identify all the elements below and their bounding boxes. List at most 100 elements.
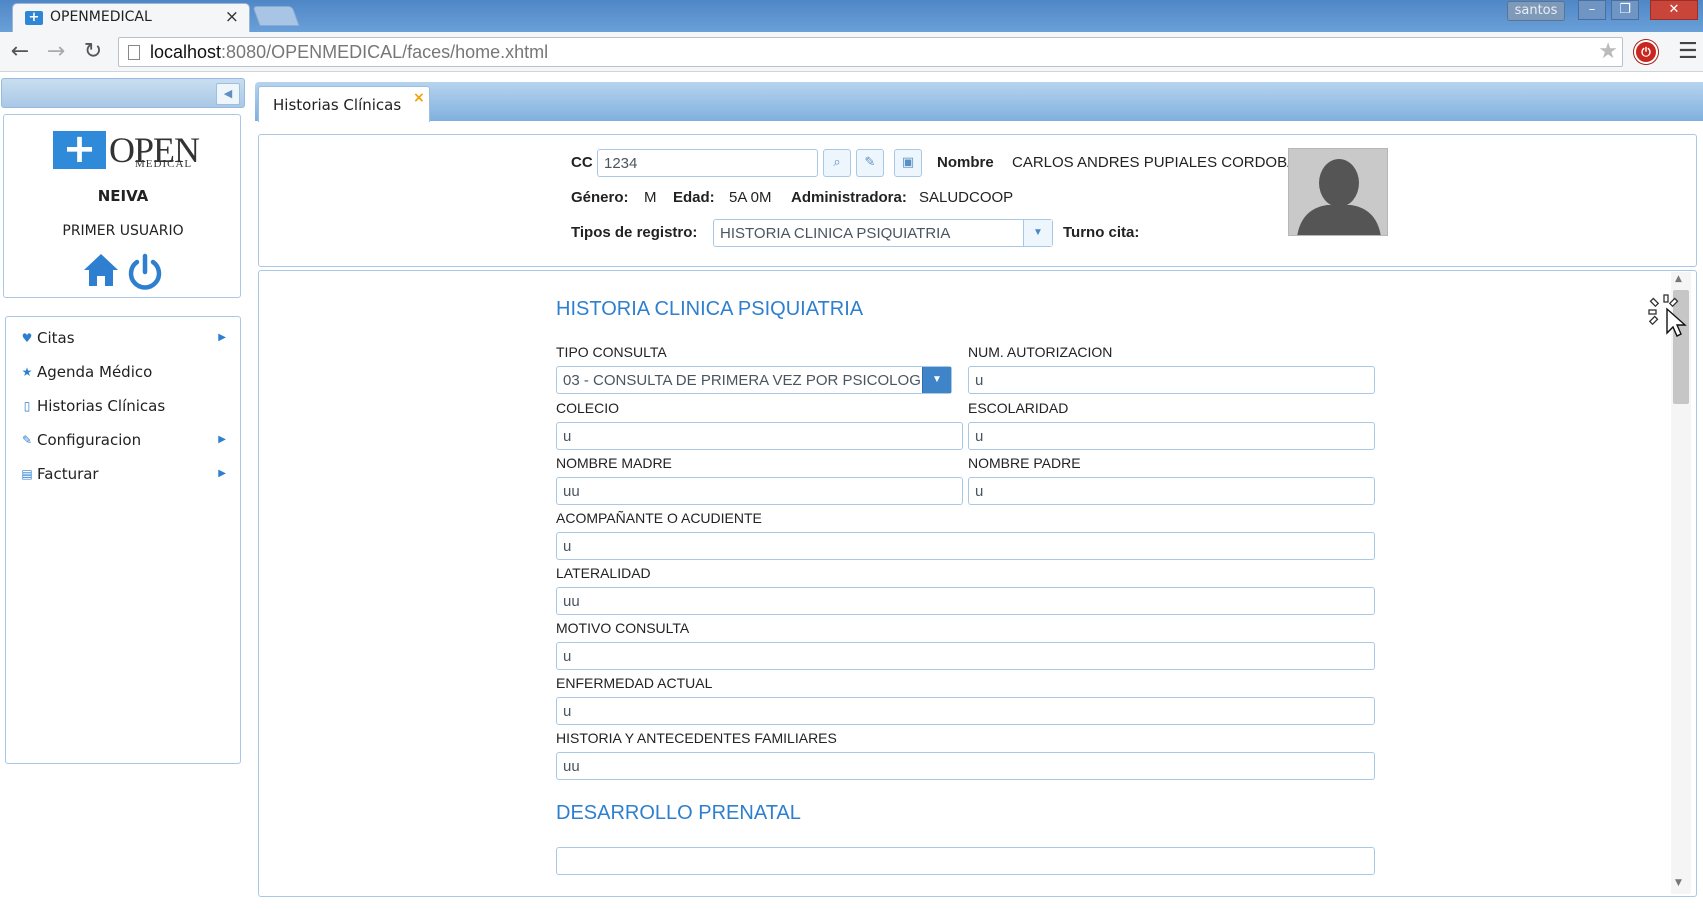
calendar-icon[interactable]: ▣ (894, 149, 922, 177)
administradora-value: SALUDCOOP (919, 189, 1014, 206)
submenu-arrow-icon: ▶ (218, 468, 226, 479)
escolaridad-label: ESCOLARIDAD (968, 400, 1069, 416)
nombre-label: Nombre (937, 154, 994, 171)
genero-label: Género: (571, 189, 629, 206)
wrench-icon: ✎ (21, 433, 33, 447)
patient-avatar (1288, 148, 1388, 236)
avatar-silhouette-icon (1289, 149, 1387, 235)
chevron-down-icon[interactable]: ▼ (1023, 220, 1052, 246)
nombre-padre-label: NOMBRE PADRE (968, 455, 1081, 471)
sidebar-item-configuracion[interactable]: ✎ Configuracion ▶ (20, 431, 226, 455)
sidebar-item-label: Facturar (37, 465, 99, 483)
city-label: NEIVA (97, 187, 149, 205)
browser-tab[interactable]: + OPENMEDICAL × (12, 3, 250, 32)
sidebar-item-label: Configuracion (37, 431, 142, 449)
new-tab-button[interactable] (252, 6, 300, 26)
cc-label: CC (571, 154, 593, 171)
nombre-madre-label: NOMBRE MADRE (556, 455, 672, 471)
browser-tab-title: OPENMEDICAL (50, 9, 152, 25)
user-name: PRIMER USUARIO (62, 223, 184, 239)
form-title: HISTORIA CLINICA PSIQUIATRIA (556, 298, 864, 320)
openmedical-logo: + OPEN MEDICAL (53, 129, 203, 173)
logo-cross-icon: + (53, 129, 106, 169)
sidebar-menu: ♥ Citas ▶ ★ Agenda Médico ▯ Historias Cl… (5, 316, 241, 764)
restore-button[interactable]: ❐ (1611, 0, 1639, 20)
heart-icon: ♥ (21, 331, 33, 345)
scroll-up-arrow-icon[interactable]: ▲ (1675, 274, 1682, 284)
colegio-input[interactable]: u (556, 422, 963, 450)
tab-historias-clinicas[interactable]: Historias Clínicas × (258, 86, 430, 122)
address-bar[interactable]: localhost:8080/OPENMEDICAL/faces/home.xh… (118, 37, 1623, 67)
page-icon (128, 45, 140, 60)
chevron-down-icon[interactable]: ▼ (922, 367, 951, 393)
scroll-down-arrow-icon[interactable]: ▼ (1675, 878, 1682, 888)
edit-icon[interactable]: ✎ (856, 149, 884, 177)
logo-subtext: MEDICAL (135, 158, 193, 170)
motivo-consulta-input[interactable]: u (556, 642, 1375, 670)
power-icon[interactable] (126, 253, 164, 291)
minimize-button[interactable]: – (1578, 0, 1606, 20)
extension-icon[interactable]: ⏻ (1634, 40, 1658, 64)
back-arrow-icon[interactable]: ← (7, 39, 33, 65)
num-autorizacion-input[interactable]: u (968, 366, 1375, 394)
escolaridad-input[interactable]: u (968, 422, 1375, 450)
browser-toolbar: ← → ↻ localhost:8080/OPENMEDICAL/faces/h… (0, 32, 1703, 72)
close-tab-icon[interactable]: × (225, 7, 239, 27)
forward-arrow-icon[interactable]: → (43, 39, 69, 65)
colegio-label: COLECIO (556, 400, 620, 416)
tipos-registro-value: HISTORIA CLINICA PSIQUIATRIA (720, 225, 951, 242)
window-close-button[interactable]: ✕ (1650, 0, 1698, 20)
genero-value: M (644, 189, 657, 206)
cc-input[interactable]: 1234 (597, 149, 818, 177)
url-text: localhost:8080/OPENMEDICAL/faces/home.xh… (150, 42, 549, 62)
lateralidad-input[interactable]: uu (556, 587, 1375, 615)
lateralidad-label: LATERALIDAD (556, 565, 651, 581)
submenu-arrow-icon: ▶ (218, 332, 226, 343)
profile-panel: + OPEN MEDICAL NEIVA PRIMER USUARIO (3, 114, 241, 298)
sidebar-item-label: Historias Clínicas (37, 397, 166, 415)
sidebar-item-facturar[interactable]: ▤ Facturar ▶ (20, 465, 226, 489)
edad-label: Edad: (673, 189, 715, 206)
sidebar-item-citas[interactable]: ♥ Citas ▶ (20, 329, 226, 353)
clipboard-icon: ▯ (23, 399, 31, 413)
sidebar-item-historias-clinicas[interactable]: ▯ Historias Clínicas (20, 397, 226, 421)
acompanante-label: ACOMPAÑANTE O ACUDIENTE (556, 510, 762, 526)
edad-value: 5A 0M (729, 189, 772, 206)
tipos-registro-select[interactable]: HISTORIA CLINICA PSIQUIATRIA ▼ (713, 219, 1053, 247)
tipos-registro-label: Tipos de registro: (571, 224, 698, 241)
desarrollo-prenatal-input[interactable] (556, 847, 1375, 875)
tipo-consulta-label: TIPO CONSULTA (556, 344, 667, 360)
num-autorizacion-label: NUM. AUTORIZACION (968, 344, 1113, 360)
acompanante-input[interactable]: u (556, 532, 1375, 560)
collapse-panel-icon[interactable]: ◀ (216, 83, 240, 105)
tipo-consulta-value: 03 - CONSULTA DE PRIMERA VEZ POR PSICOLO… (563, 372, 936, 389)
print-icon: ▤ (21, 467, 33, 481)
browser-menu-icon[interactable]: ☰ (1678, 39, 1698, 64)
search-icon[interactable]: ⌕ (823, 149, 851, 177)
bookmark-star-icon[interactable]: ★ (1598, 39, 1618, 64)
historia-antecedentes-input[interactable]: uu (556, 752, 1375, 780)
administradora-label: Administradora: (791, 189, 907, 206)
tipo-consulta-select[interactable]: 03 - CONSULTA DE PRIMERA VEZ POR PSICOLO… (556, 366, 952, 394)
app-tabbar (255, 82, 1703, 121)
profile-chip[interactable]: santos (1507, 1, 1565, 21)
sidebar-item-label: Agenda Médico (37, 363, 153, 381)
enfermedad-actual-label: ENFERMEDAD ACTUAL (556, 675, 713, 691)
nombre-madre-input[interactable]: uu (556, 477, 963, 505)
sidebar-item-agenda-medico[interactable]: ★ Agenda Médico (20, 363, 226, 387)
left-panel-header (1, 78, 245, 108)
tab-label: Historias Clínicas (273, 96, 402, 114)
submenu-arrow-icon: ▶ (218, 434, 226, 445)
home-icon[interactable] (83, 253, 119, 287)
nombre-padre-input[interactable]: u (968, 477, 1375, 505)
favicon-icon: + (25, 11, 43, 25)
close-tab-icon[interactable]: × (413, 90, 425, 106)
star-icon: ★ (21, 365, 33, 379)
sidebar-item-label: Citas (37, 329, 75, 347)
browser-titlebar: + OPENMEDICAL × santos – ❐ ✕ (0, 0, 1703, 32)
motivo-consulta-label: MOTIVO CONSULTA (556, 620, 690, 636)
clinical-form-panel (258, 270, 1697, 897)
enfermedad-actual-input[interactable]: u (556, 697, 1375, 725)
turno-cita-label: Turno cita: (1063, 224, 1140, 241)
reload-icon[interactable]: ↻ (80, 39, 106, 65)
